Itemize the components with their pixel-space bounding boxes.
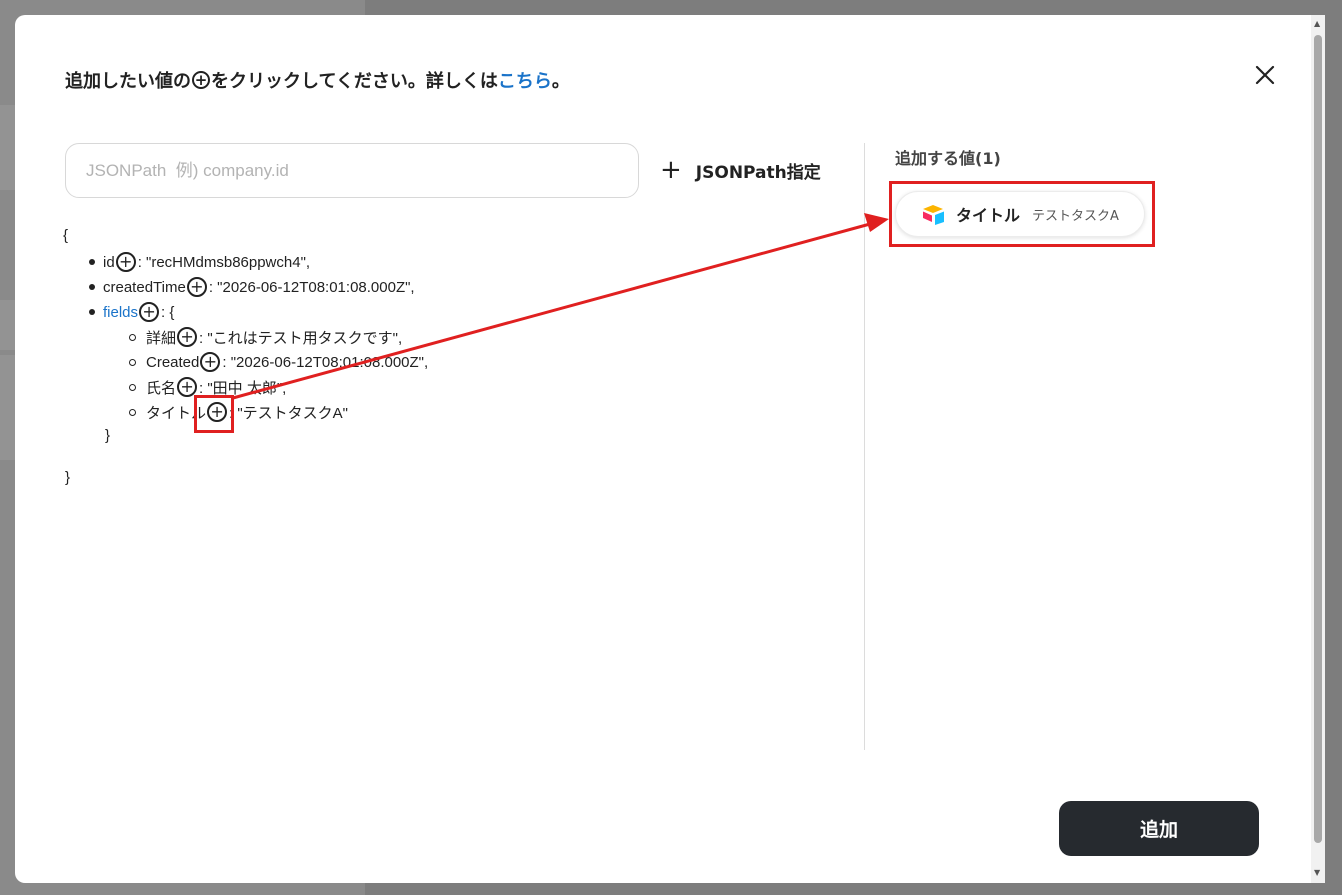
json-row: id + : "recHMdmsb86ppwch4", [89, 251, 310, 273]
add-detail-button[interactable]: + [177, 327, 198, 347]
modal-heading: 追加したい値の + をクリックしてください。詳しくは こちら。 [65, 67, 570, 93]
bullet [89, 259, 95, 265]
json-row: 詳細 + : "これはテスト用タスクです", [129, 326, 402, 348]
modal-scrollbar[interactable]: ▲ ▼ [1311, 15, 1325, 883]
json-row: タイトル + : "テストタスクA" [129, 401, 348, 423]
close-button[interactable] [1253, 63, 1277, 87]
selected-values-title: 追加する値(1) [895, 149, 1001, 168]
add-id-button[interactable]: + [115, 252, 136, 272]
plus-icon: + [660, 155, 682, 185]
bullet [129, 358, 136, 366]
close-icon [1255, 65, 1275, 85]
bullet [129, 333, 136, 341]
jsonpath-input[interactable] [65, 143, 639, 198]
bullet [129, 383, 136, 391]
help-link[interactable]: こちら [498, 67, 552, 93]
bullet [89, 309, 95, 315]
bullet [89, 284, 95, 290]
add-fields-button[interactable]: + [139, 302, 160, 322]
add-created-button[interactable]: + [200, 352, 221, 372]
scroll-down-icon[interactable]: ▼ [1314, 868, 1320, 877]
scroll-thumb[interactable] [1314, 35, 1322, 843]
json-row: fields + : { [89, 301, 174, 323]
pane-divider [864, 143, 865, 750]
json-row: Created + : "2026-06-12T08:01:08.000Z", [129, 351, 428, 373]
add-name-button[interactable]: + [177, 377, 198, 397]
fields-key-link[interactable]: fields [103, 304, 138, 321]
add-createdtime-button[interactable]: + [186, 277, 207, 297]
selected-value-chip[interactable]: タイトル テストタスクA [895, 191, 1145, 237]
add-button[interactable]: 追加 [1059, 801, 1259, 856]
json-close-brace: } [65, 469, 71, 486]
bullet [129, 408, 136, 416]
json-open-brace: { [63, 227, 69, 244]
airtable-icon [923, 205, 944, 225]
json-fields-close-brace: } [105, 427, 111, 444]
json-row: 氏名 + : "田中 太郎", [129, 376, 286, 398]
add-title-button[interactable]: + [207, 402, 228, 422]
plus-circle-icon: + [192, 71, 210, 89]
add-value-modal: 追加したい値の+をクリックしてください。詳しくはこちら。 + JSONPath指… [15, 15, 1325, 883]
json-row: createdTime + : "2026-06-12T08:01:08.000… [89, 276, 415, 298]
scroll-up-icon[interactable]: ▲ [1314, 19, 1320, 28]
jsonpath-specify-button[interactable]: + JSONPath指定 [660, 155, 821, 185]
